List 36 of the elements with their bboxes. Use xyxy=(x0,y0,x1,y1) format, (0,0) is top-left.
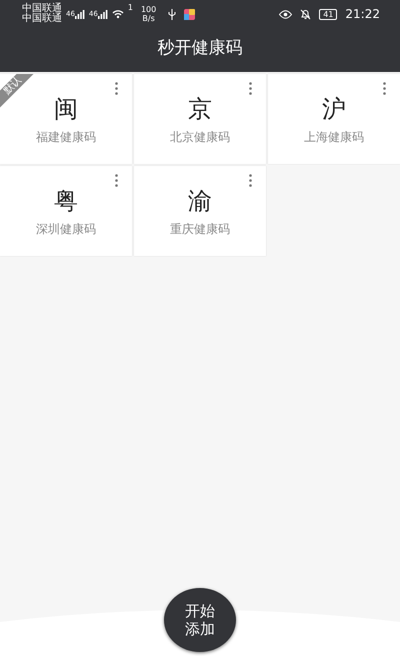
code-label: 深圳健康码 xyxy=(35,221,97,238)
muted-bell-icon xyxy=(300,8,312,20)
carrier-name: 中国联通 xyxy=(22,14,62,24)
code-label: 重庆健康码 xyxy=(169,221,231,238)
clock-time: 21:22 xyxy=(345,6,380,23)
region-char: 沪 xyxy=(321,94,347,124)
region-char: 渝 xyxy=(187,186,213,216)
more-icon[interactable] xyxy=(249,174,252,187)
region-char: 京 xyxy=(187,94,213,124)
code-card[interactable]: 渝 重庆健康码 xyxy=(134,166,266,256)
code-card[interactable]: 默认 闽 福建健康码 xyxy=(0,74,132,164)
signal-icon xyxy=(98,10,108,20)
wifi-number-label: 1 xyxy=(128,2,133,14)
network-speed: B/s xyxy=(141,14,156,23)
more-icon[interactable] xyxy=(249,82,252,95)
code-card[interactable]: 沪 上海健康码 xyxy=(268,74,400,164)
signal-icon xyxy=(74,10,85,20)
more-icon[interactable] xyxy=(115,82,118,95)
battery-icon: 41 xyxy=(319,8,338,20)
network-speed: 100 xyxy=(140,5,156,14)
wifi-icon xyxy=(112,9,124,19)
more-icon[interactable] xyxy=(115,174,118,187)
app-title: 秒开健康码 xyxy=(158,37,242,60)
usb-icon xyxy=(168,8,176,20)
code-card[interactable]: 粤 深圳健康码 xyxy=(0,166,132,256)
region-char: 闽 xyxy=(53,94,79,124)
region-char: 粤 xyxy=(53,186,79,216)
start-add-button[interactable]: 开始 添加 xyxy=(164,588,236,652)
code-label: 福建健康码 xyxy=(35,129,97,146)
code-label: 北京健康码 xyxy=(169,129,231,146)
code-label: 上海健康码 xyxy=(303,129,365,146)
app-icon xyxy=(184,8,196,20)
eye-icon xyxy=(279,10,292,18)
carrier-name: 中国联通 xyxy=(22,4,62,14)
code-card[interactable]: 京 北京健康码 xyxy=(134,74,266,164)
more-icon[interactable] xyxy=(383,82,386,95)
